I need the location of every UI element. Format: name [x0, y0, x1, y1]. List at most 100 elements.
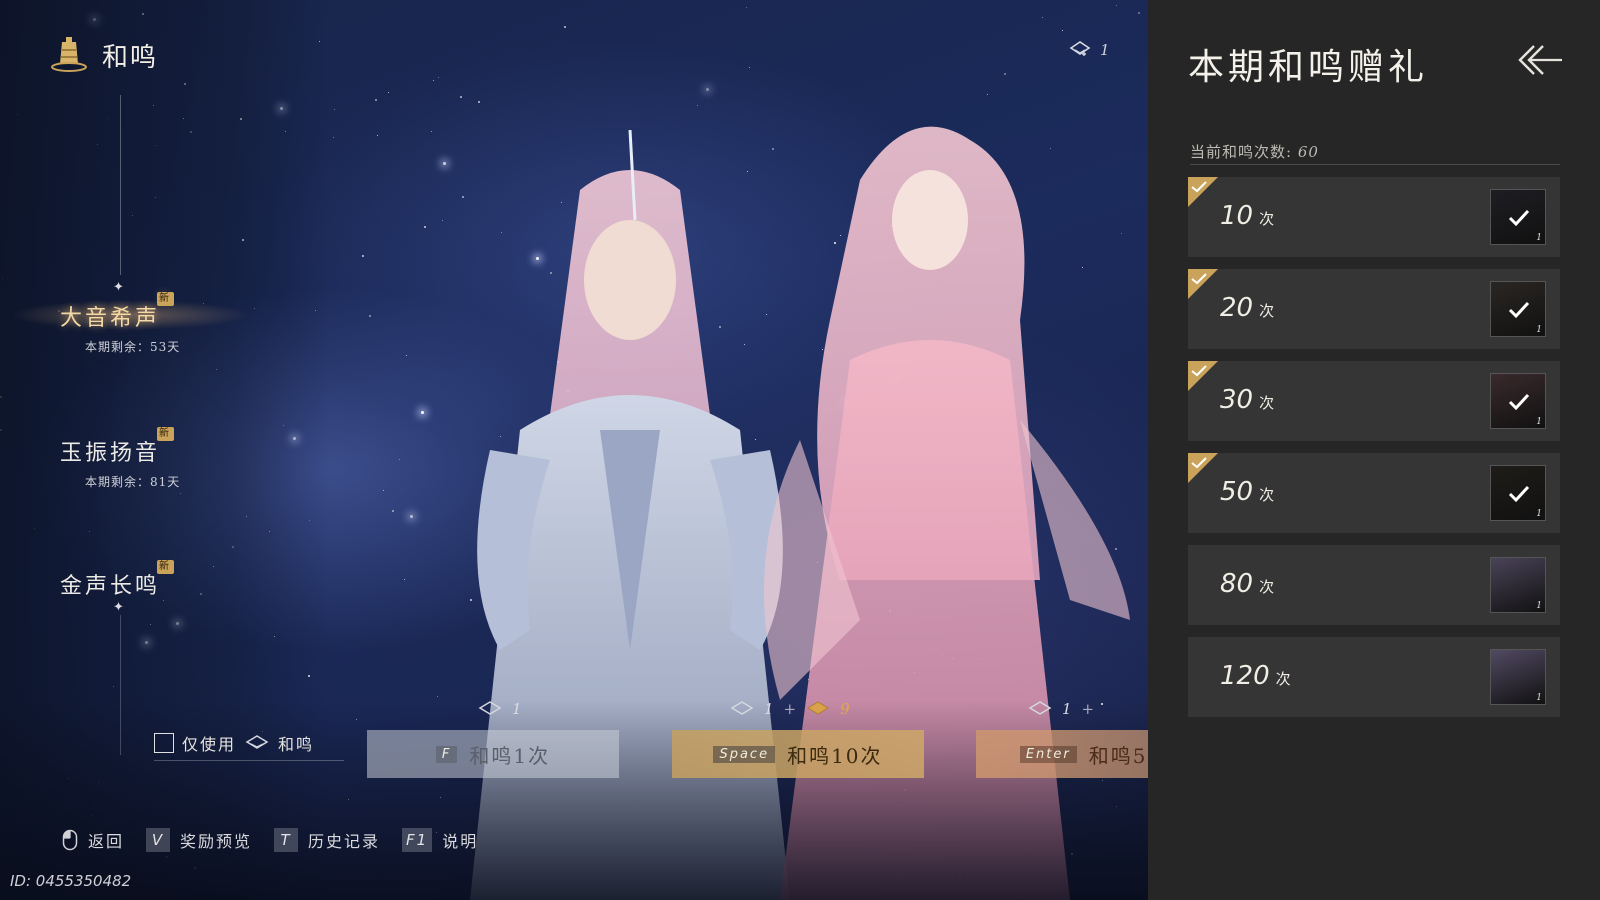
- nav-item-jinshengchangming[interactable]: 金声长鸣 新: [60, 560, 260, 600]
- nav-item-text: 大音希声: [60, 306, 161, 331]
- reward-threshold: 10 次: [1220, 201, 1274, 231]
- page-title: 和鸣: [48, 34, 158, 76]
- keybind-t: T: [274, 828, 299, 852]
- check-icon: [1508, 301, 1530, 319]
- star: [404, 579, 406, 581]
- star: [746, 6, 748, 8]
- gold-token-icon: [807, 701, 830, 715]
- star: [362, 255, 365, 258]
- draw50-cost: 1 +: [1028, 700, 1094, 718]
- reward-milestone-10[interactable]: 10 次 1: [1188, 177, 1560, 257]
- reward-milestone-120[interactable]: 120 次 1: [1188, 637, 1560, 717]
- reward-item-quantity: 1: [1536, 509, 1542, 519]
- nav-divider-bottom: [120, 615, 121, 755]
- hint-help[interactable]: F1 说明: [402, 828, 478, 852]
- nav-item-label: 金声长鸣 新: [60, 560, 175, 600]
- hint-back[interactable]: 返回: [62, 828, 124, 852]
- nav-item-yuzhenyangyin[interactable]: 玉振扬音 新 本期剩余：81天: [60, 427, 260, 490]
- only-use-toggle[interactable]: 仅使用 和鸣: [154, 731, 314, 755]
- star: [376, 135, 378, 137]
- reward-milestone-30[interactable]: 30 次 1: [1188, 361, 1560, 441]
- reward-threshold: 50 次: [1220, 477, 1274, 507]
- hint-help-label: 说明: [442, 832, 479, 851]
- rewards-panel: 本期和鸣赠礼 当前和鸣次数: 60 10 次 1 20 次 1 30 次 1 50 次 1 80 次 1 12…: [1148, 0, 1600, 900]
- reward-threshold-value: 120: [1220, 661, 1270, 691]
- draw-1-button[interactable]: F 和鸣1次: [367, 730, 619, 778]
- check-icon: [1508, 209, 1530, 227]
- reward-item-quantity: 1: [1536, 693, 1542, 703]
- nav-divider-top: [120, 95, 121, 275]
- reward-threshold: 80 次: [1220, 569, 1274, 599]
- app-title-text: 和鸣: [102, 42, 159, 73]
- star: [333, 108, 335, 110]
- hint-reward-preview[interactable]: V 奖励预览: [146, 828, 252, 852]
- star: [332, 137, 334, 139]
- hint-back-label: 返回: [88, 832, 125, 851]
- star: [696, 104, 698, 106]
- nav-item-remaining: 本期剩余：81天: [85, 475, 181, 489]
- nav-item-remaining: 本期剩余：53天: [85, 340, 181, 354]
- nav-item-text: 玉振扬音: [60, 441, 161, 466]
- reward-item-thumbnail[interactable]: 1: [1490, 373, 1546, 429]
- claimed-corner-icon: [1188, 361, 1218, 391]
- star: [424, 225, 427, 228]
- nav-diamond-icon: ✦: [113, 280, 124, 295]
- hint-history[interactable]: T 历史记录: [274, 828, 380, 852]
- nav-diamond-icon: ✦: [113, 600, 124, 615]
- reward-item-thumbnail[interactable]: 1: [1490, 465, 1546, 521]
- nav-item-text: 金声长鸣: [60, 574, 161, 599]
- reward-threshold-value: 10: [1220, 201, 1254, 231]
- reward-threshold: 20 次: [1220, 293, 1274, 323]
- draw1-cost: 1: [478, 700, 522, 718]
- resonance-token-icon: [1028, 701, 1052, 715]
- star: [1041, 16, 1043, 18]
- user-id: ID: 0455350482: [10, 872, 132, 890]
- keybind-f: F: [435, 745, 458, 763]
- count-divider: [1190, 164, 1560, 165]
- resonance-token-icon: [245, 735, 269, 749]
- reward-item-quantity: 1: [1536, 601, 1542, 611]
- collapse-arrow-icon[interactable]: [1516, 40, 1564, 80]
- draw-10-button[interactable]: Space 和鸣10次: [672, 730, 924, 778]
- reward-threshold-unit: 次: [1259, 302, 1275, 320]
- star: [433, 79, 435, 81]
- nav-item-label: 玉振扬音 新: [60, 427, 175, 467]
- reward-threshold-unit: 次: [1259, 394, 1275, 412]
- draw10-cost: 1 + 9: [730, 700, 850, 718]
- reward-milestone-20[interactable]: 20 次 1: [1188, 269, 1560, 349]
- check-icon: [1508, 485, 1530, 503]
- reward-milestone-50[interactable]: 50 次 1: [1188, 453, 1560, 533]
- resonance-count-label: 当前和鸣次数:: [1190, 143, 1293, 161]
- resonance-token-icon: [730, 701, 754, 715]
- reward-threshold-unit: 次: [1259, 578, 1275, 596]
- reward-threshold-unit: 次: [1259, 210, 1275, 228]
- claimed-corner-icon: [1188, 453, 1218, 483]
- only-use-underline: [154, 760, 344, 761]
- reward-item-thumbnail[interactable]: 1: [1490, 557, 1546, 613]
- nav-item-dayinxisheng[interactable]: 大音希声 新 本期剩余：53天: [60, 292, 260, 355]
- star: [420, 410, 424, 414]
- reward-item-thumbnail[interactable]: 1: [1490, 189, 1546, 245]
- currency-counter: 1: [1068, 38, 1110, 62]
- plus-sign: +: [1081, 700, 1095, 718]
- reward-item-thumbnail[interactable]: 1: [1490, 649, 1546, 705]
- reward-item-thumbnail[interactable]: 1: [1490, 281, 1546, 337]
- resonance-token-icon: [478, 701, 502, 715]
- panel-title: 本期和鸣赠礼: [1188, 47, 1429, 88]
- star: [382, 489, 384, 491]
- star: [368, 314, 371, 317]
- keybind-enter: Enter: [1019, 745, 1077, 763]
- star: [459, 95, 462, 98]
- only-use-checkbox[interactable]: [154, 733, 174, 753]
- only-use-suffix: 和鸣: [278, 735, 315, 754]
- reward-threshold-value: 50: [1220, 477, 1254, 507]
- reward-item-quantity: 1: [1536, 233, 1542, 243]
- resonance-count-value: 60: [1297, 143, 1319, 161]
- reward-milestone-80[interactable]: 80 次 1: [1188, 545, 1560, 625]
- hint-reward-preview-label: 奖励预览: [180, 832, 253, 851]
- reward-threshold: 120 次: [1220, 661, 1291, 691]
- claimed-corner-icon: [1188, 177, 1218, 207]
- currency-count: 1: [1100, 41, 1110, 59]
- star: [706, 87, 710, 91]
- only-use-prefix: 仅使用: [182, 735, 237, 754]
